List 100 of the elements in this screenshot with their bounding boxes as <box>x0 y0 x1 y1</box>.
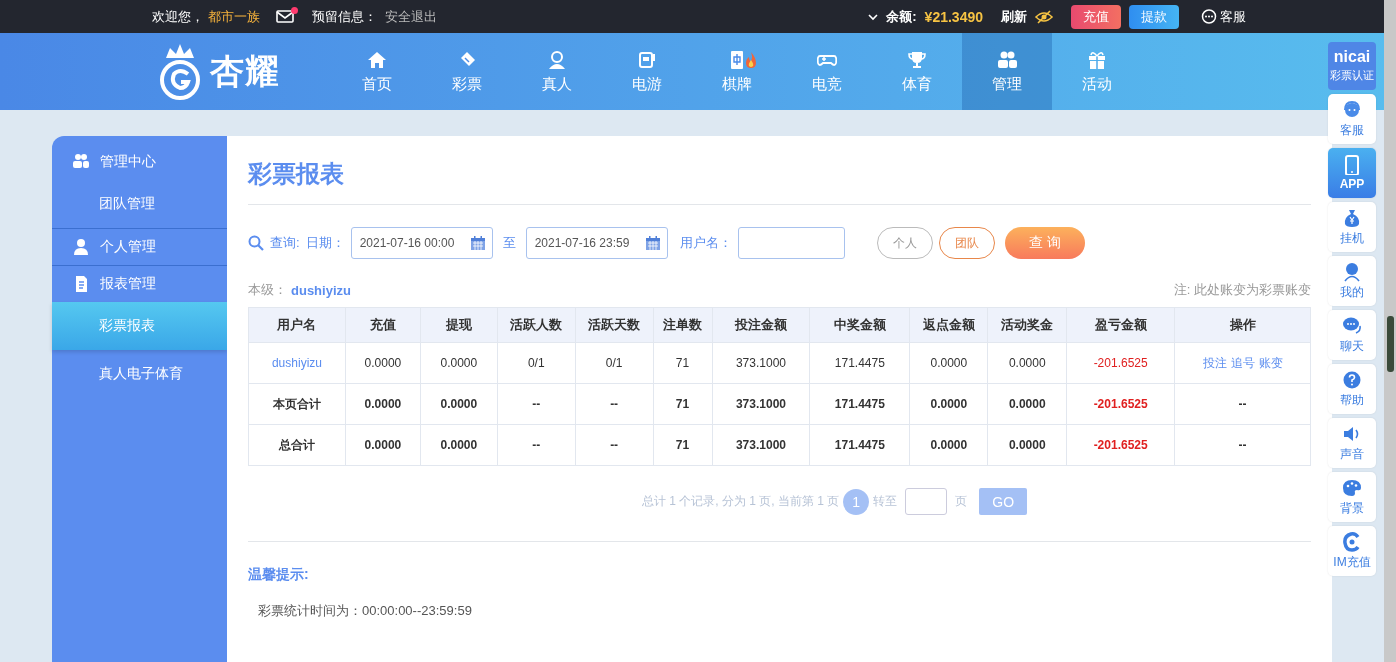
nav-item[interactable]: 管理 <box>962 33 1052 110</box>
table-cell: 0.0000 <box>345 424 421 466</box>
nav-item[interactable]: 活动 <box>1052 33 1142 110</box>
balance-value: ¥21.3490 <box>924 8 983 25</box>
table-cell: 171.4475 <box>809 342 910 384</box>
column-header: 提现 <box>420 307 498 343</box>
username-link[interactable]: dushiyizu <box>271 356 322 370</box>
toolbar-item[interactable]: 帮助 <box>1328 364 1376 414</box>
scope-button[interactable]: 个人 <box>876 227 933 259</box>
sidebar-section[interactable]: 报表管理 <box>52 266 227 302</box>
table-cell: 0/1 <box>497 342 576 384</box>
table-cell: -- <box>1174 383 1311 425</box>
action-link[interactable]: 追号 <box>1230 355 1255 370</box>
column-header: 返点金额 <box>909 307 988 343</box>
scrollbar-drawing[interactable] <box>1384 0 1396 662</box>
search-icon <box>248 235 264 251</box>
toolbar-item[interactable]: IM充值 <box>1328 526 1376 576</box>
table-cell: 171.4475 <box>809 424 910 466</box>
eye-off-icon[interactable] <box>1035 9 1053 24</box>
username-input[interactable] <box>737 227 845 259</box>
calendar-icon[interactable] <box>644 235 661 251</box>
table-cell: -- <box>575 424 654 466</box>
table-cell: 0.0000 <box>987 424 1067 466</box>
table-cell: 0.0000 <box>420 383 498 425</box>
column-header: 盈亏金额 <box>1066 307 1175 343</box>
calendar-icon[interactable] <box>469 235 486 251</box>
person-icon <box>547 49 567 70</box>
page-input[interactable] <box>905 488 948 515</box>
column-header: 用户名 <box>248 307 346 343</box>
level-label: 本级： <box>248 281 287 299</box>
pagination-summary: 总计 1 个记录, 分为 1 页, 当前第 1 页 <box>641 493 840 510</box>
gift-icon <box>1087 49 1107 70</box>
toolbar-item[interactable]: 声音 <box>1328 418 1376 468</box>
table-cell: 373.1000 <box>712 424 810 466</box>
table-cell: 0.0000 <box>987 383 1067 425</box>
table-cell: 0.0000 <box>345 383 421 425</box>
table-cell: -- <box>1174 424 1311 466</box>
nav-item[interactable]: 电游 <box>602 33 692 110</box>
table-cell: -201.6525 <box>1066 383 1175 425</box>
sidebar-item[interactable]: 真人电子体育 <box>52 350 227 398</box>
tips-text: 彩票统计时间为：00:00:00--23:59:59 <box>258 602 473 620</box>
level-username: dushiyizu <box>291 282 351 298</box>
date-label: 日期： <box>305 234 345 252</box>
nav-item[interactable]: 真人 <box>512 33 602 110</box>
withdraw-button[interactable]: 提款 <box>1129 4 1179 29</box>
balance-label: 余额: <box>886 7 917 26</box>
column-header: 注单数 <box>653 307 712 343</box>
toolbar-item[interactable]: APP <box>1328 148 1376 198</box>
column-header: 活跃天数 <box>575 307 654 343</box>
c-logo-icon <box>1342 531 1362 552</box>
support-link[interactable]: 客服 <box>1201 7 1246 26</box>
nav-item[interactable]: 棋牌 <box>692 33 782 110</box>
table-cell: 373.1000 <box>712 342 810 384</box>
nav-item[interactable]: 体育 <box>872 33 962 110</box>
column-header: 中奖金额 <box>809 307 910 343</box>
caret-icon[interactable] <box>868 12 879 21</box>
go-button[interactable]: GO <box>979 488 1028 515</box>
page-unit-label: 页 <box>955 493 968 510</box>
toolbar-item[interactable]: 背景 <box>1328 472 1376 522</box>
search-button[interactable]: 查 询 <box>1004 227 1085 259</box>
date-field[interactable]: 2021-07-16 23:59 <box>525 227 668 259</box>
people-icon <box>997 49 1017 70</box>
deposit-button[interactable]: 充值 <box>1071 4 1121 29</box>
mail-icon[interactable] <box>276 10 294 23</box>
toolbar-item[interactable]: 我的 <box>1328 256 1376 306</box>
sidebar-item[interactable]: 彩票报表 <box>52 302 227 350</box>
date-field[interactable]: 2021-07-16 00:00 <box>350 227 493 259</box>
table-cell: 总合计 <box>248 424 346 466</box>
badge-caption: 彩票认证 <box>1330 68 1374 83</box>
nav-item[interactable]: 电竞 <box>782 33 872 110</box>
nav-item[interactable]: 彩票 <box>422 33 512 110</box>
table-cell: 373.1000 <box>712 383 810 425</box>
scope-button[interactable]: 团队 <box>938 227 995 259</box>
table-cell: 0.0000 <box>909 342 988 384</box>
table-cell: 本页合计 <box>248 383 346 425</box>
logo-text: 杏耀 <box>210 50 280 92</box>
to-label: 至 <box>502 234 516 252</box>
action-link[interactable]: 账变 <box>1258 355 1283 370</box>
table-cell: 71 <box>653 342 712 384</box>
sidebar-section[interactable]: 个人管理 <box>52 229 227 265</box>
person-icon <box>72 238 90 256</box>
toolbar-item[interactable]: 聊天 <box>1328 310 1376 360</box>
nav-item[interactable]: 首页 <box>332 33 422 110</box>
table-cell: 0.0000 <box>909 383 988 425</box>
toolbar-item[interactable]: 客服 <box>1328 94 1376 144</box>
sidebar-item[interactable]: 团队管理 <box>52 180 227 228</box>
sidebar-section[interactable]: 管理中心 <box>52 144 227 180</box>
house-icon <box>367 49 387 70</box>
table-cell: 171.4475 <box>809 383 910 425</box>
column-header: 操作 <box>1174 307 1311 343</box>
logout-link[interactable]: 安全退出 <box>385 7 437 26</box>
reserved-info-label: 预留信息： <box>312 7 377 26</box>
toolbar-item[interactable]: 挂机 <box>1328 202 1376 252</box>
table-cell: 0.0000 <box>345 342 421 384</box>
action-link[interactable]: 投注 <box>1202 355 1227 370</box>
table-cell: 0.0000 <box>420 342 498 384</box>
refresh-link[interactable]: 刷新 <box>1001 7 1027 26</box>
trophy-icon <box>907 49 927 70</box>
query-label: 查询: <box>270 234 300 252</box>
current-page[interactable]: 1 <box>843 488 870 515</box>
